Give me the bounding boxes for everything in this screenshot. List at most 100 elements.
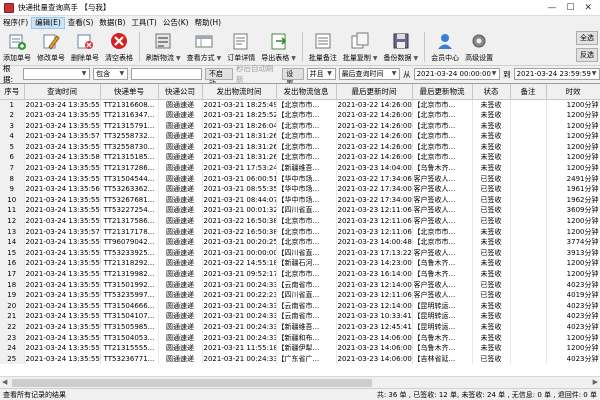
table-row[interactable]: 19 2021-03-24 13:35:55 TT53235997... 圆通速递 20… <box>0 290 600 301</box>
toolbar-button-3[interactable]: 清空表格 <box>105 29 133 65</box>
column-header[interactable]: 时效 <box>546 84 600 100</box>
dropdown-arrow-icon[interactable]: ▼ <box>217 55 222 62</box>
filter-field-select[interactable]: ▼ <box>22 68 91 80</box>
table-cell: 2021-03-22 16:50:38 <box>202 216 277 227</box>
table-row[interactable]: 12 2021-03-24 13:35:55 TT21317586... 圆通速递 20… <box>0 216 600 227</box>
table-cell: 【乌鲁木齐... <box>412 258 473 269</box>
table-row[interactable]: 24 2021-03-24 13:35:55 TT21315555... 圆通速递 20… <box>0 343 600 354</box>
table-row[interactable]: 2 2021-03-24 13:35:55 TT21316347... 圆通速递 202… <box>0 110 600 121</box>
column-header[interactable]: 快递公司 <box>158 84 203 100</box>
toolbar-button-8[interactable]: 批量备注 <box>309 29 337 65</box>
table-row[interactable]: 15 2021-03-24 13:35:55 TT53233925... 圆通速递 20… <box>0 247 600 259</box>
column-header[interactable]: 发出物流信息 <box>276 84 337 100</box>
table-cell: 【广东省广... <box>276 353 337 365</box>
table-row[interactable]: 4 2021-03-24 13:35:57 TT32558732... 圆通速递 202… <box>0 131 600 142</box>
toolbar-button-1[interactable]: 修改单号 <box>37 29 65 65</box>
table-row[interactable]: 17 2021-03-24 13:35:55 TT21319982... 圆通速递 20… <box>0 269 600 280</box>
table-row[interactable]: 6 2021-03-24 13:35:58 TT21315185... 圆通速递 202… <box>0 152 600 164</box>
table-row[interactable]: 1 2021-03-24 13:35:55 TT21316608... 圆通速递 202… <box>0 99 600 111</box>
table-row[interactable]: 14 2021-03-24 13:35:55 TT96079042... 圆通速递 20… <box>0 237 600 248</box>
column-header[interactable]: 查询时间 <box>24 84 101 100</box>
table-cell: 1 <box>0 99 25 111</box>
table-cell: 客户签收人... <box>412 205 473 217</box>
table-row[interactable]: 7 2021-03-24 13:35:55 TT21317286... 圆通速递 202… <box>0 163 600 174</box>
to-datetime-picker[interactable]: 2021-03-24 23:59:59 ▼ <box>513 68 600 80</box>
table-cell: 12 <box>0 216 25 227</box>
table-row[interactable]: 11 2021-03-24 13:35:55 TT53227254... 圆通速递 20… <box>0 205 600 217</box>
table-cell: 2021-03-24 13:35:57 <box>24 226 101 238</box>
table-row[interactable]: 5 2021-03-24 13:35:55 TT32558730... 圆通速递 202… <box>0 141 600 153</box>
horizontal-scrollbar[interactable]: ◀ ▶ <box>0 376 600 388</box>
table-cell: TT53263362... <box>100 184 159 195</box>
table-cell: 2021-03-21 09:52:17 <box>202 269 277 280</box>
table-row[interactable]: 10 2021-03-24 13:35:55 TT53267681... 圆通速递 20… <box>0 194 600 206</box>
settings-button[interactable]: 设置 <box>282 68 304 88</box>
table-cell <box>510 237 547 248</box>
toolbar-button-4[interactable]: 刷新物流 ▼ <box>146 29 181 65</box>
toolbar-button-11[interactable]: 会员中心 <box>431 29 459 65</box>
minimize-icon[interactable]: — <box>547 3 556 13</box>
table-cell: 【北京市市... <box>412 99 473 111</box>
from-datetime-picker[interactable]: 2021-03-24 00:00:00 ▼ <box>413 68 501 80</box>
table-row[interactable]: 21 2021-03-24 13:35:55 TT31504107... 圆通速递 20… <box>0 311 600 322</box>
table-cell: 【新疆伊犁... <box>276 343 337 354</box>
menu-item-2[interactable]: 查看(S) <box>65 17 97 29</box>
table-row[interactable]: 25 2021-03-24 13:35:55 TT53236771... 圆通速递 20… <box>0 353 600 365</box>
menu-item-6[interactable]: 帮助(H) <box>192 17 225 29</box>
menu-item-4[interactable]: 工具(T) <box>128 17 159 29</box>
filter-mode-select[interactable]: 包含 ▼ <box>93 68 128 80</box>
menu-item-0[interactable]: 程序(F) <box>0 17 31 29</box>
table-cell: 2021-03-23 12:11:06 <box>336 216 413 227</box>
dropdown-arrow-icon[interactable]: ▼ <box>291 55 296 62</box>
menu-item-5[interactable]: 公告(K) <box>160 17 192 29</box>
menu-item-3[interactable]: 数据(B) <box>96 17 128 29</box>
table-row[interactable]: 23 2021-03-24 13:35:55 TT31504053... 圆通速递 20… <box>0 332 600 344</box>
toolbar-button-2[interactable]: 删除单号 <box>71 29 99 65</box>
dropdown-arrow-icon[interactable]: ▼ <box>373 55 378 62</box>
select-all-button[interactable]: 全选 <box>576 31 598 45</box>
toolbar-button-6[interactable]: 订单详情 <box>227 29 255 65</box>
menu-item-1[interactable]: 编辑(E) <box>31 16 65 29</box>
table-cell: 圆通速递 <box>158 131 203 142</box>
toolbar-button-5[interactable]: 查看方式 ▼ <box>187 29 222 65</box>
window-controls: — ☐ ✕ <box>547 3 600 13</box>
column-header[interactable]: 状态 <box>472 84 511 100</box>
toolbar-button-7[interactable]: 导出表格 ▼ <box>261 29 296 65</box>
logic-select[interactable]: 并且 ▼ <box>306 68 336 80</box>
dropdown-arrow-icon[interactable]: ▼ <box>414 55 419 62</box>
column-header[interactable]: 最后更新时间 <box>336 84 413 100</box>
scroll-left-icon[interactable]: ◀ <box>2 378 7 386</box>
tracking-table[interactable]: 序号 查询时间 快递单号 快递公司 发出物流时间 发出物流信息 最后更新时间 最后更新物流 状态… <box>0 83 600 388</box>
invert-selection-button[interactable]: 反选 <box>576 48 598 62</box>
toolbar-button-12[interactable]: 高级设置 <box>465 29 493 65</box>
table-row[interactable]: 22 2021-03-24 13:35:55 TT31505985... 圆通速递 20… <box>0 321 600 333</box>
table-row[interactable]: 3 2021-03-24 13:35:55 TT21315791... 圆通速递 202… <box>0 120 600 132</box>
table-row[interactable]: 9 2021-03-24 13:35:56 TT53263362... 圆通速递 202… <box>0 184 600 195</box>
column-header[interactable]: 备注 <box>510 84 547 100</box>
toolbar-button-0[interactable]: 添加单号 <box>3 29 31 65</box>
table-row[interactable]: 18 2021-03-24 13:35:55 TT31501992... 圆通速递 20… <box>0 279 600 291</box>
toolbar-button-10[interactable]: 备份数据 ▼ <box>384 29 419 65</box>
column-header[interactable]: 快递单号 <box>100 84 159 100</box>
maximize-icon[interactable]: ☐ <box>566 3 574 13</box>
column-header[interactable]: 序号 <box>0 84 25 100</box>
table-cell: 【云南省市... <box>276 279 337 291</box>
table-row[interactable]: 20 2021-03-24 13:35:55 TT31504666... 圆通速递 20… <box>0 300 600 312</box>
dropdown-arrow-icon[interactable]: ▼ <box>176 55 181 62</box>
table-cell: 2021-03-21 00:24:33 <box>202 311 277 322</box>
scroll-right-icon[interactable]: ▶ <box>593 378 598 386</box>
table-cell: 7 <box>0 163 25 174</box>
column-header[interactable]: 最后更新物流 <box>412 84 473 100</box>
table-row[interactable]: 13 2021-03-24 13:35:57 TT21317178... 圆通速递 20… <box>0 226 600 238</box>
toolbar-label: 删除单号 <box>71 54 99 62</box>
status-left: 查看所有记录的结果 <box>3 390 66 399</box>
not-start-button[interactable]: 不启动 <box>204 68 234 88</box>
table-row[interactable]: 8 2021-03-24 13:35:55 TT31504544... 圆通速递 202… <box>0 173 600 185</box>
column-header[interactable]: 发出物流时间 <box>202 84 277 100</box>
table-row[interactable]: 16 2021-03-24 13:35:55 TT21318292... 圆通速递 20… <box>0 258 600 269</box>
filter-keyword-input[interactable] <box>130 68 202 80</box>
toolbar-button-9[interactable]: 批量复制 ▼ <box>343 29 378 65</box>
time-field-select[interactable]: 最后查询时间 ▼ <box>338 68 401 80</box>
close-icon[interactable]: ✕ <box>584 3 592 13</box>
scrollbar-thumb[interactable] <box>12 379 372 387</box>
